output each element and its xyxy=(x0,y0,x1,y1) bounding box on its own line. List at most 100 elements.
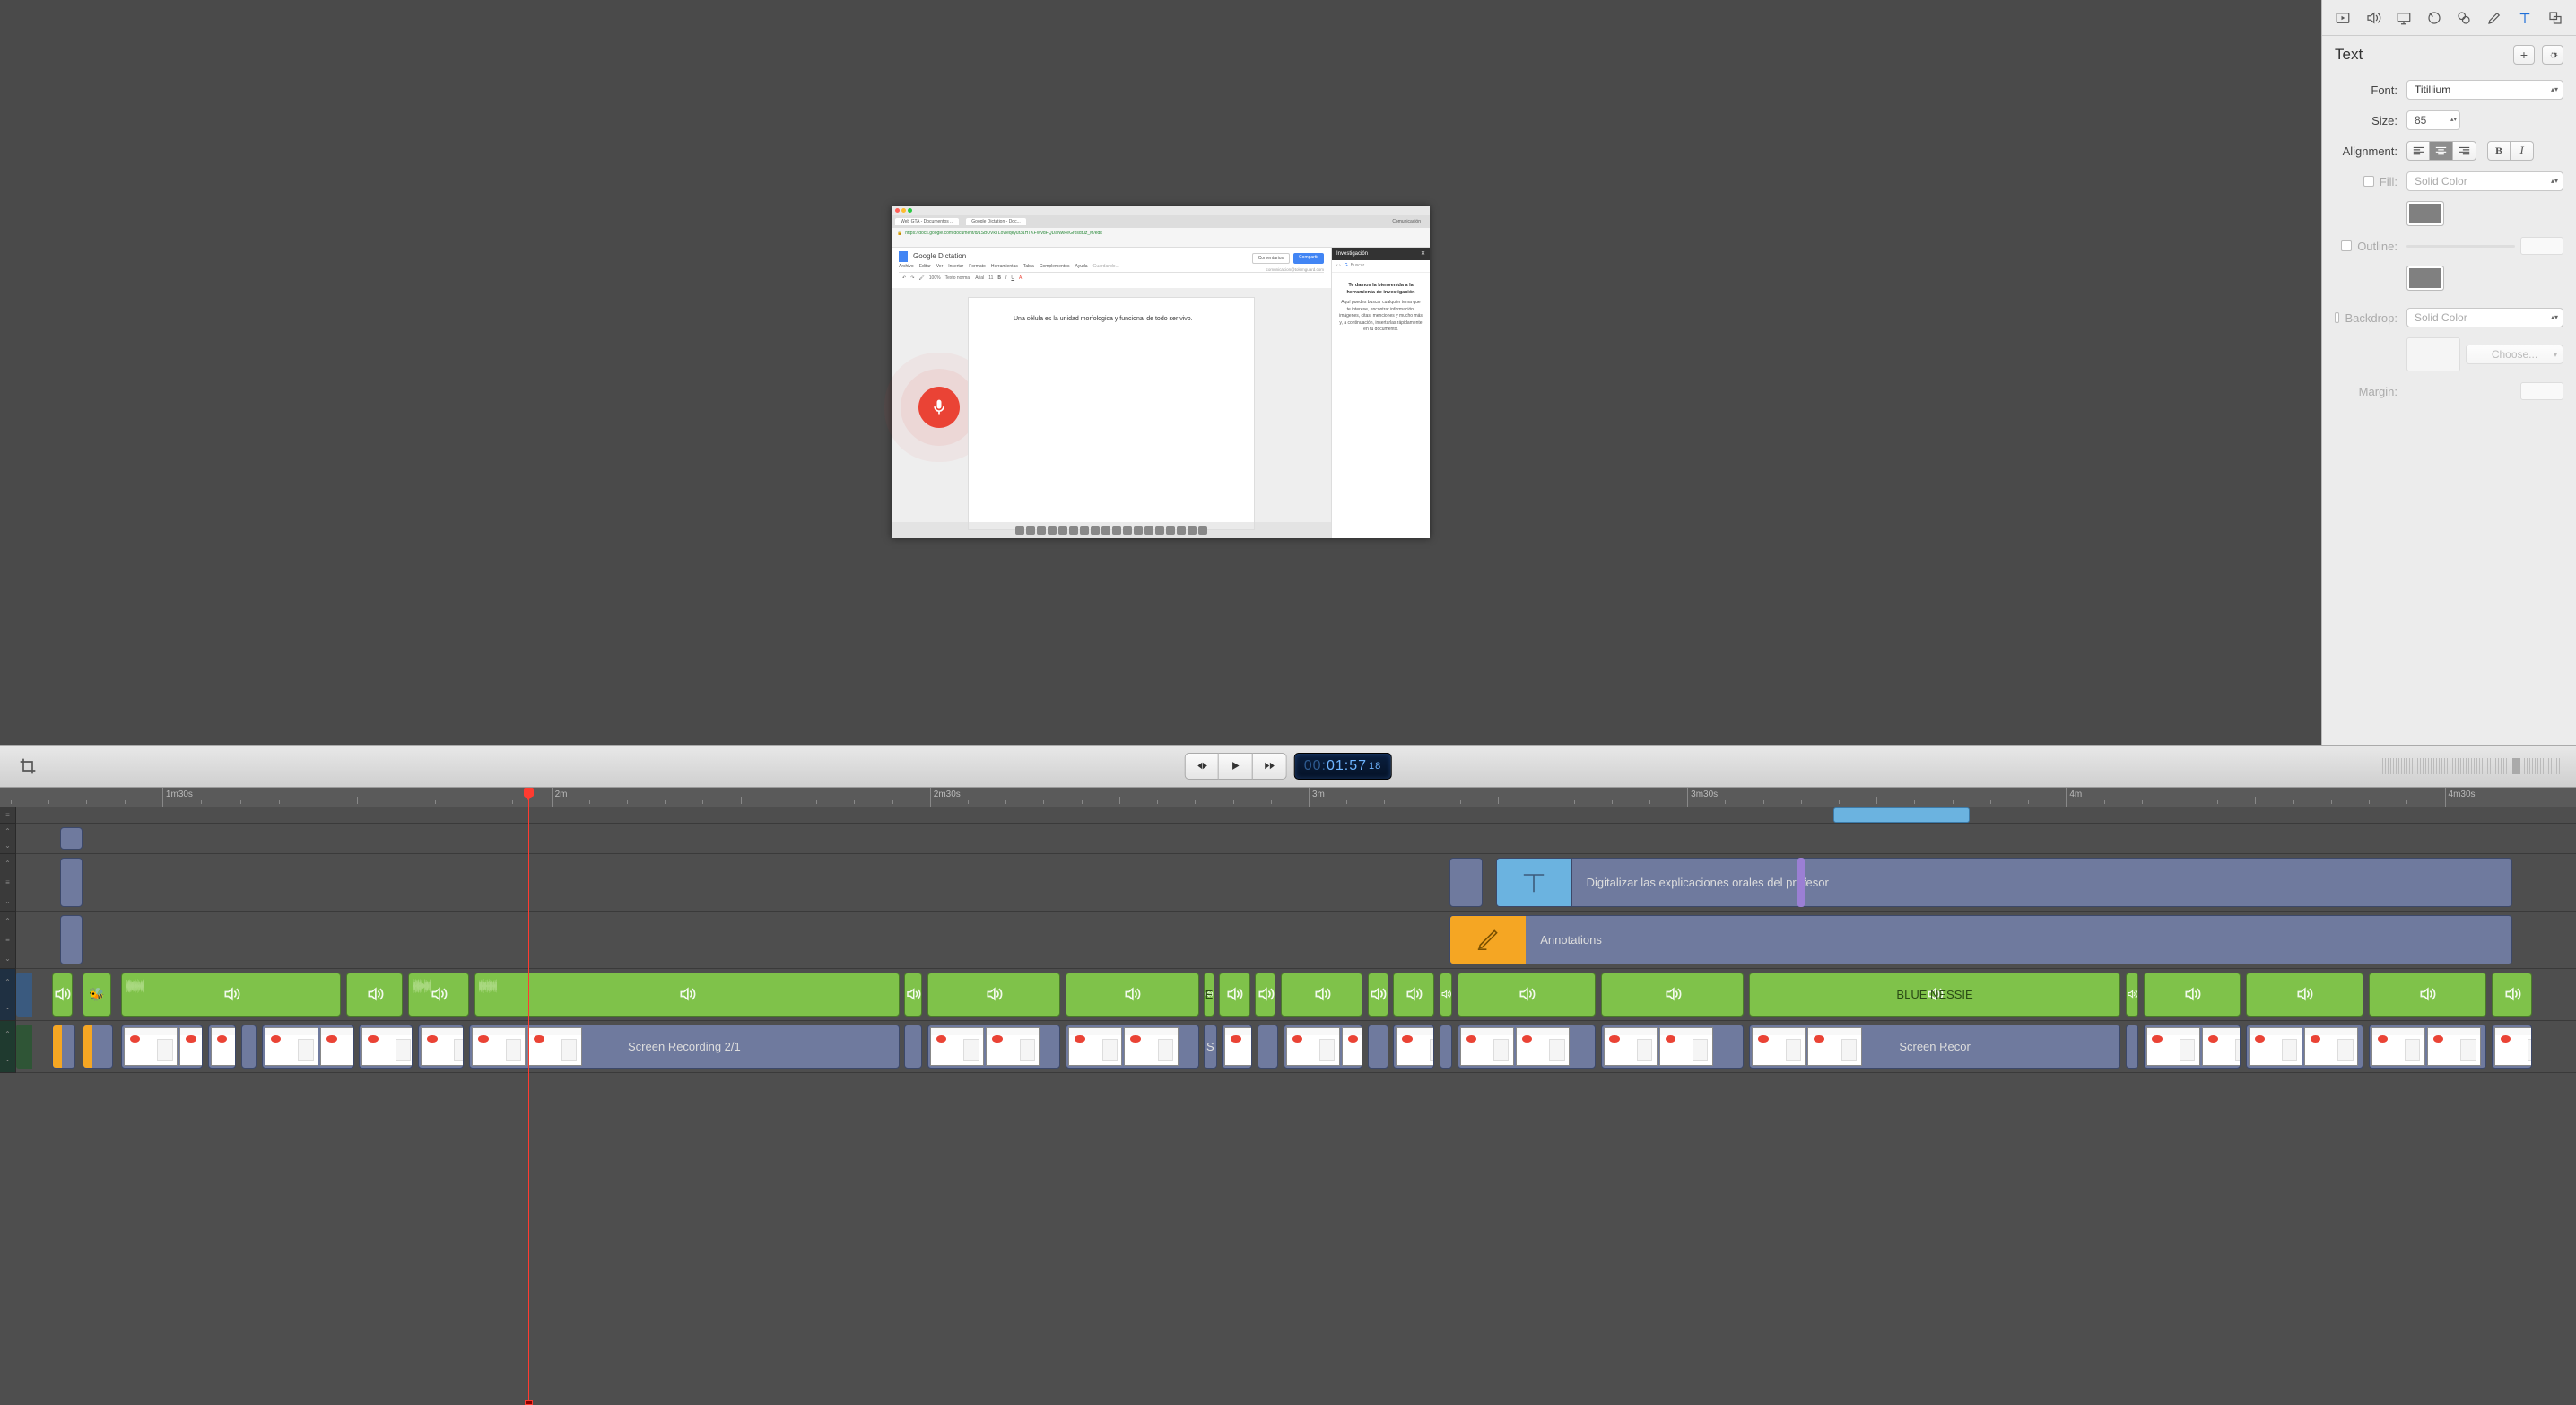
video-clip[interactable] xyxy=(1066,1025,1198,1069)
timeline-ruler[interactable]: 1m30s2m2m30s3m3m30s4m4m30s xyxy=(0,788,2576,807)
audio-clip[interactable] xyxy=(52,973,73,1017)
track-handle[interactable]: ⌃≡⌄ xyxy=(0,912,16,969)
zoom-slider[interactable] xyxy=(2382,758,2562,774)
video-clip[interactable] xyxy=(1458,1025,1596,1069)
video-clip[interactable] xyxy=(1258,1025,1278,1069)
video-clip[interactable] xyxy=(927,1025,1060,1069)
bold-button[interactable]: B xyxy=(2487,141,2511,161)
audio-clip[interactable] xyxy=(408,973,469,1017)
align-left-button[interactable] xyxy=(2406,141,2430,161)
backdrop-swatch[interactable] xyxy=(2406,337,2460,371)
fill-color-swatch[interactable] xyxy=(2406,201,2444,226)
audio-clip[interactable] xyxy=(2369,973,2486,1017)
video-clip[interactable] xyxy=(262,1025,354,1069)
audio-clip[interactable]: E xyxy=(1204,973,1214,1017)
timecode-display[interactable]: 00:01:5718 xyxy=(1294,753,1392,780)
video-track-handle[interactable]: ⌃⌄ xyxy=(0,1021,16,1073)
audio-clip[interactable] xyxy=(1368,973,1388,1017)
audio-track-handle[interactable]: ⌃⌄ xyxy=(0,969,16,1021)
screen-tab-icon[interactable] xyxy=(2392,6,2415,30)
audio-clip[interactable] xyxy=(904,973,922,1017)
annotation-clip[interactable]: Annotations xyxy=(1449,915,2511,964)
playhead[interactable] xyxy=(528,788,529,1405)
audio-clip[interactable]: 🐝 xyxy=(83,973,110,1017)
video-clip[interactable] xyxy=(52,1025,75,1069)
video-clip[interactable] xyxy=(1601,1025,1745,1069)
video-clip[interactable] xyxy=(2246,1025,2363,1069)
audio-clip[interactable] xyxy=(2144,973,2241,1017)
crop-button[interactable] xyxy=(14,753,41,780)
outline-checkbox[interactable] xyxy=(2341,240,2352,251)
text-clip[interactable]: Digitalizar las explicaciones orales del… xyxy=(1496,858,2512,907)
audio-clip[interactable] xyxy=(927,973,1060,1017)
video-clip[interactable] xyxy=(83,1025,113,1069)
audio-clip[interactable] xyxy=(121,973,341,1017)
arrange-tab-icon[interactable] xyxy=(2544,6,2567,30)
audio-clip[interactable] xyxy=(1458,973,1596,1017)
audio-clip[interactable] xyxy=(2492,973,2533,1017)
video-clip[interactable] xyxy=(2144,1025,2241,1069)
font-size-field[interactable]: 85 ▴▾ xyxy=(2406,110,2460,130)
audio-clip[interactable] xyxy=(2126,973,2138,1017)
canvas-area[interactable]: Web GTA - Documentos ... Google Dictatio… xyxy=(0,0,2321,745)
add-text-button[interactable]: + xyxy=(2513,45,2535,65)
video-clip[interactable]: Screen Recor xyxy=(1749,1025,2120,1069)
fill-dropdown[interactable]: Solid Color ▴▾ xyxy=(2406,171,2563,191)
video-clip[interactable] xyxy=(359,1025,413,1069)
outline-slider[interactable] xyxy=(2406,245,2515,248)
clip-stub[interactable] xyxy=(60,827,83,850)
timeline[interactable]: 1m30s2m2m30s3m3m30s4m4m30s ≡ ⌃⌄ xyxy=(0,788,2576,1405)
touch-tab-icon[interactable] xyxy=(2452,6,2476,30)
clip-stub[interactable] xyxy=(60,915,83,964)
outline-color-swatch[interactable] xyxy=(2406,266,2444,291)
video-clip[interactable]: S xyxy=(1204,1025,1216,1069)
clip-marker[interactable] xyxy=(1797,858,1805,907)
play-button[interactable] xyxy=(1219,753,1253,780)
italic-button[interactable]: I xyxy=(2511,141,2534,161)
margin-value[interactable] xyxy=(2520,382,2563,400)
video-clip[interactable] xyxy=(2492,1025,2533,1069)
align-right-button[interactable] xyxy=(2453,141,2476,161)
audio-clip[interactable] xyxy=(1255,973,1275,1017)
video-clip[interactable] xyxy=(241,1025,257,1069)
video-track-color[interactable] xyxy=(16,1025,32,1069)
audio-clip[interactable] xyxy=(1440,973,1452,1017)
backdrop-checkbox[interactable] xyxy=(2335,312,2339,323)
audio-tab-icon[interactable] xyxy=(2362,6,2385,30)
video-clip[interactable] xyxy=(418,1025,464,1069)
clip-fragment[interactable] xyxy=(1833,807,1969,823)
audio-clip[interactable] xyxy=(346,973,403,1017)
video-clip[interactable] xyxy=(1222,1025,1252,1069)
outline-value[interactable] xyxy=(2520,237,2563,255)
align-center-button[interactable] xyxy=(2430,141,2453,161)
audio-clip[interactable] xyxy=(1281,973,1362,1017)
audio-track-color[interactable] xyxy=(16,973,32,1017)
video-clip[interactable] xyxy=(1393,1025,1434,1069)
text-tab-icon[interactable] xyxy=(2513,6,2537,30)
text-clip-spacer[interactable] xyxy=(1449,858,1483,907)
video-clip[interactable] xyxy=(208,1025,236,1069)
video-tab-icon[interactable] xyxy=(2331,6,2354,30)
callout-tab-icon[interactable] xyxy=(2423,6,2446,30)
track-handle[interactable]: ⌃≡⌄ xyxy=(0,854,16,912)
video-clip[interactable] xyxy=(1440,1025,1452,1069)
track-handle[interactable]: ≡ xyxy=(0,807,16,824)
video-clip[interactable] xyxy=(2126,1025,2138,1069)
font-dropdown[interactable]: Titillium ▴▾ xyxy=(2406,80,2563,100)
text-settings-gear-icon[interactable] xyxy=(2542,45,2563,65)
video-clip[interactable]: Screen Recording 2/1 xyxy=(469,1025,899,1069)
clip-stub[interactable] xyxy=(60,858,83,907)
audio-clip[interactable] xyxy=(1066,973,1198,1017)
fast-forward-button[interactable] xyxy=(1253,753,1287,780)
audio-clip[interactable] xyxy=(474,973,900,1017)
audio-clip[interactable] xyxy=(1601,973,1745,1017)
audio-clip[interactable] xyxy=(1393,973,1434,1017)
audio-clip[interactable] xyxy=(2246,973,2363,1017)
video-clip[interactable] xyxy=(1368,1025,1388,1069)
audio-clip[interactable]: BLUE NESSIE xyxy=(1749,973,2120,1017)
rewind-button[interactable] xyxy=(1185,753,1219,780)
video-clip[interactable] xyxy=(121,1025,203,1069)
annotations-tab-icon[interactable] xyxy=(2483,6,2506,30)
video-clip[interactable] xyxy=(904,1025,922,1069)
backdrop-dropdown[interactable]: Solid Color ▴▾ xyxy=(2406,308,2563,327)
